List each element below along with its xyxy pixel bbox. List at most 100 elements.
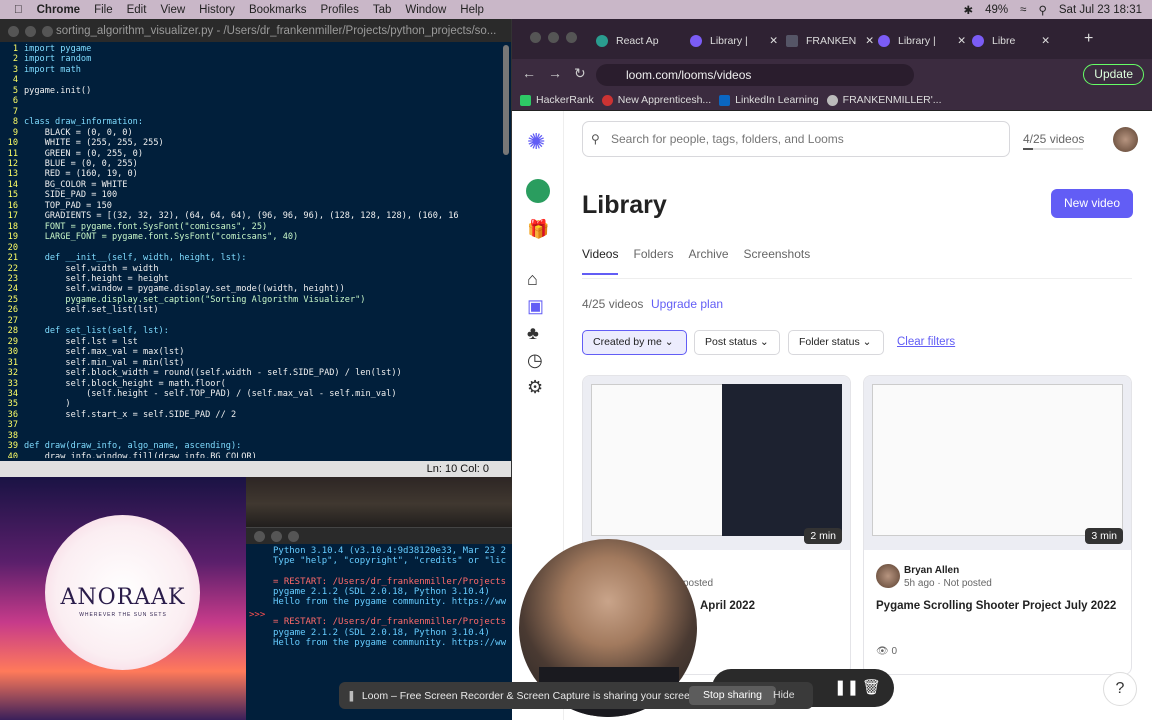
menu-bookmarks[interactable]: Bookmarks [249, 4, 307, 16]
loom-logo-icon[interactable]: ✺ [527, 129, 545, 155]
code-line[interactable]: 5 pygame.init() [0, 86, 511, 96]
code-line[interactable]: 26 self.set_list(lst) [0, 305, 511, 315]
shell-zoom-button[interactable] [288, 531, 299, 542]
stop-sharing-button[interactable]: Stop sharing [689, 686, 776, 705]
code-line[interactable]: 31 self.min_val = min(lst) [0, 358, 511, 368]
notifications-icon[interactable]: ♣ [527, 323, 539, 344]
code-line[interactable]: 27 [0, 316, 511, 326]
code-line[interactable]: 4 [0, 75, 511, 85]
tab-screenshots[interactable]: Screenshots [744, 247, 811, 275]
bookmark-linkedin[interactable]: LinkedIn Learning [719, 94, 819, 106]
video-thumbnail[interactable]: 3 min [864, 376, 1131, 550]
browser-zoom-button[interactable] [566, 32, 577, 43]
code-area[interactable]: 1 import pygame 2 import random 3 import math… [0, 42, 511, 458]
code-line[interactable]: 12 BLUE = (0, 0, 255) [0, 159, 511, 169]
search-input[interactable]: ⚲ Search for people, tags, folders, and … [582, 121, 1010, 157]
back-icon[interactable]: ← [522, 65, 536, 81]
code-line[interactable]: 40 draw_info.window.fill(draw_info.BG_CO… [0, 452, 511, 458]
code-line[interactable]: 10 WHITE = (255, 255, 255) [0, 138, 511, 148]
filter-folder-status[interactable]: Folder status ⌄ [788, 330, 884, 355]
tab-videos[interactable]: Videos [582, 247, 619, 275]
code-line[interactable]: 17 GRADIENTS = [(32, 32, 32), (64, 64, 6… [0, 211, 511, 221]
code-line[interactable]: 36 self.start_x = self.SIDE_PAD // 2 [0, 410, 511, 420]
workspace-icon[interactable] [526, 179, 550, 203]
tab-archive[interactable]: Archive [689, 247, 729, 275]
code-line[interactable]: 32 self.block_width = round((self.width … [0, 368, 511, 378]
browser-close-button[interactable] [530, 32, 541, 43]
code-line[interactable]: 24 self.window = pygame.display.set_mode… [0, 284, 511, 294]
code-line[interactable]: 37 [0, 420, 511, 430]
code-line[interactable]: 35 ) [0, 399, 511, 409]
library-icon[interactable]: ▣ [527, 296, 544, 317]
minimize-window-button[interactable] [25, 26, 36, 37]
apple-icon[interactable]:  [14, 4, 23, 16]
battery-percent[interactable]: 49% [985, 4, 1008, 16]
code-line[interactable]: 8 class draw_information: [0, 117, 511, 127]
code-line[interactable]: 13 RED = (160, 19, 0) [0, 169, 511, 179]
code-line[interactable]: 9 BLACK = (0, 0, 0) [0, 128, 511, 138]
close-tab-icon[interactable]: ✕ [865, 31, 874, 51]
shell-minimize-button[interactable] [271, 531, 282, 542]
video-title[interactable]: April 2022 [700, 600, 755, 612]
code-line[interactable]: 39 def draw(draw_info, algo_name, ascendi… [0, 441, 511, 451]
filter-created-by-me[interactable]: Created by me ⌄ [582, 330, 687, 355]
code-line[interactable]: 11 GREEN = (0, 255, 0) [0, 149, 511, 159]
tab-franken[interactable]: FRANKEN ✕ [784, 31, 874, 51]
code-line[interactable]: 3 import math [0, 65, 511, 75]
filter-post-status[interactable]: Post status ⌄ [694, 330, 780, 355]
code-line[interactable]: 14 BG_COLOR = WHITE [0, 180, 511, 190]
menu-profiles[interactable]: Profiles [320, 4, 358, 16]
menu-app-name[interactable]: Chrome [37, 4, 80, 16]
hide-button[interactable]: Hide [773, 686, 795, 705]
code-line[interactable]: 2 import random [0, 54, 511, 64]
code-line[interactable]: 28 def set_list(self, lst): [0, 326, 511, 336]
drag-handle-icon[interactable]: ❚ [347, 690, 356, 702]
video-card[interactable]: 3 min Bryan Allen 5h ago · Not posted Py… [863, 375, 1132, 675]
clear-filters-link[interactable]: Clear filters [897, 336, 955, 348]
user-avatar[interactable] [1113, 127, 1138, 152]
tab-library-1[interactable]: Library | ✕ [688, 31, 778, 51]
code-line[interactable]: 20 [0, 243, 511, 253]
shell-output[interactable]: Python 3.10.4 (v3.10.4:9d38120e33, Mar 2… [246, 544, 512, 648]
code-line[interactable]: 29 self.lst = lst [0, 337, 511, 347]
code-line[interactable]: 30 self.max_val = max(lst) [0, 347, 511, 357]
bookmark-frankenmiller[interactable]: FRANKENMILLER'... [826, 94, 942, 106]
code-line[interactable]: 15 SIDE_PAD = 100 [0, 190, 511, 200]
code-line[interactable]: 25 pygame.display.set_caption("Sorting A… [0, 295, 511, 305]
menu-tab[interactable]: Tab [373, 4, 392, 16]
update-button[interactable]: Update [1083, 64, 1144, 85]
reload-icon[interactable]: ↻ [574, 65, 586, 82]
bookmark-hackerrank[interactable]: HackerRank [520, 94, 594, 106]
code-line[interactable]: 33 self.block_height = math.floor( [0, 379, 511, 389]
home-icon[interactable]: ⌂ [527, 269, 538, 290]
code-line[interactable]: 23 self.height = height [0, 274, 511, 284]
help-button[interactable]: ? [1103, 672, 1137, 706]
code-line[interactable]: 22 self.width = width [0, 264, 511, 274]
menu-history[interactable]: History [199, 4, 235, 16]
tab-library-active[interactable]: Libre ✕ [970, 31, 1050, 51]
code-line[interactable]: 7 [0, 107, 511, 117]
close-window-button[interactable] [8, 26, 19, 37]
tab-folders[interactable]: Folders [633, 247, 673, 275]
code-line[interactable]: 1 import pygame [0, 44, 511, 54]
wifi-icon[interactable]: ≈ [1020, 4, 1026, 16]
clock[interactable]: Sat Jul 23 18:31 [1059, 4, 1142, 16]
editor-scrollbar[interactable] [503, 45, 509, 155]
close-tab-icon[interactable]: ✕ [769, 31, 778, 51]
history-icon[interactable]: ◷ [527, 350, 543, 371]
video-title[interactable]: Pygame Scrolling Shooter Project July 20… [876, 600, 1116, 612]
bluetooth-icon[interactable]: ✱ [963, 3, 973, 17]
shell-close-button[interactable] [254, 531, 265, 542]
code-line[interactable]: 34 (self.height - self.TOP_PAD) / (self.… [0, 389, 511, 399]
code-line[interactable]: 16 TOP_PAD = 150 [0, 201, 511, 211]
menu-help[interactable]: Help [460, 4, 484, 16]
bookmark-apprenticeship[interactable]: New Apprenticesh... [601, 94, 711, 106]
close-tab-icon[interactable]: ✕ [1041, 31, 1050, 51]
code-line[interactable]: 19 LARGE_FONT = pygame.font.SysFont("com… [0, 232, 511, 242]
video-thumbnail[interactable]: 2 min [583, 376, 850, 550]
video-author[interactable]: Bryan Allen [904, 565, 959, 576]
trash-icon[interactable]: 🗑 [862, 678, 881, 696]
code-line[interactable]: 6 [0, 96, 511, 106]
close-tab-icon[interactable]: ✕ [957, 31, 966, 51]
tab-react[interactable]: React Ap [594, 31, 684, 51]
